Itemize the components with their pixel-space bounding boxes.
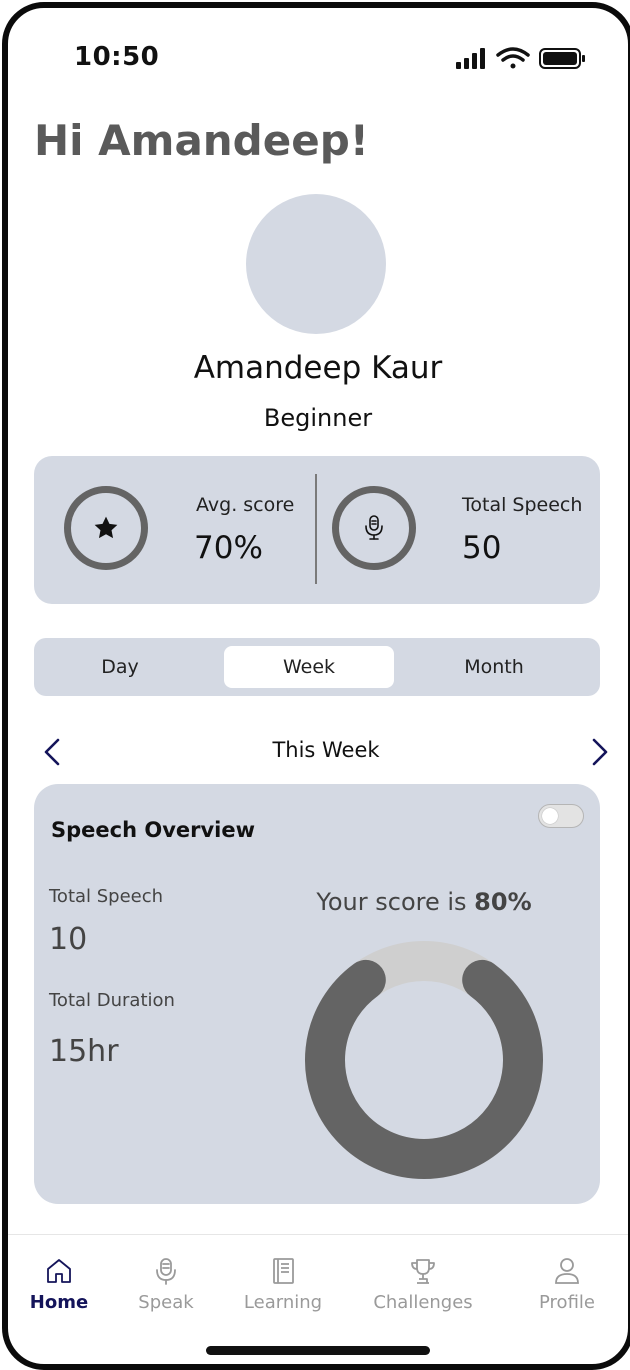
score-donut (305, 941, 543, 1179)
home-indicator[interactable] (206, 1346, 430, 1355)
score-donut-arc (305, 959, 543, 1179)
avg-score-ring (64, 486, 148, 570)
status-time: 10:50 (74, 42, 160, 72)
status-icons (454, 46, 594, 72)
nav-learning[interactable]: Learning (228, 1256, 338, 1313)
microphone-icon (365, 515, 383, 540)
tab-day[interactable]: Day (48, 646, 192, 688)
nav-speak-label: Speak (138, 1292, 194, 1313)
book-icon (273, 1258, 294, 1284)
profile-name: Amandeep Kaur (193, 350, 443, 386)
overview-total-duration-label: Total Duration (49, 990, 175, 1011)
speech-overview-card: Speech Overview Total Speech 10 Total Du… (34, 784, 600, 1204)
score-text: Your score is 80% (304, 888, 544, 916)
total-speech-value: 50 (462, 530, 502, 566)
toggle-knob (542, 808, 558, 824)
overview-toggle[interactable] (538, 804, 584, 828)
user-icon (555, 1258, 579, 1284)
nav-profile-label: Profile (539, 1292, 595, 1313)
week-navigation: This Week (34, 732, 618, 772)
home-icon (47, 1259, 71, 1283)
greeting-heading: Hi Amandeep! (34, 116, 369, 165)
period-tabs: Day Week Month (34, 638, 600, 696)
avg-score-label: Avg. score (196, 494, 295, 516)
nav-home[interactable]: Home (8, 1256, 114, 1313)
nav-speak[interactable]: Speak (111, 1256, 221, 1313)
week-label: This Week (272, 738, 380, 762)
overview-total-speech-value: 10 (49, 922, 88, 957)
nav-learning-label: Learning (243, 1292, 323, 1313)
bottom-nav-separator (8, 1234, 628, 1235)
trophy-icon (411, 1259, 435, 1284)
tab-week[interactable]: Week (224, 646, 394, 688)
avg-score-value: 70% (194, 530, 263, 566)
tab-month[interactable]: Month (424, 646, 564, 688)
stats-card: Avg. score 70% Total Speech 50 (34, 456, 600, 604)
overview-title: Speech Overview (51, 818, 256, 842)
microphone-icon (156, 1258, 176, 1285)
wifi-icon (496, 47, 530, 69)
stats-divider (315, 474, 317, 584)
chevron-right-icon[interactable] (578, 732, 618, 772)
profile-level: Beginner (263, 404, 373, 432)
score-prefix: Your score is (316, 888, 467, 916)
overview-total-speech-label: Total Speech (49, 886, 164, 907)
phone-frame: 10:50 Hi Amandeep! Amandeep Kaur Beginne… (2, 2, 630, 1370)
avatar[interactable] (246, 194, 386, 334)
signal-icon (456, 48, 485, 69)
battery-icon (539, 48, 585, 69)
star-icon (94, 516, 118, 539)
overview-total-duration-value: 15hr (49, 1034, 119, 1069)
nav-challenges-label: Challenges (373, 1292, 473, 1313)
nav-challenges[interactable]: Challenges (363, 1256, 483, 1313)
nav-profile[interactable]: Profile (512, 1256, 622, 1313)
nav-home-label: Home (29, 1292, 89, 1313)
total-speech-ring (332, 486, 416, 570)
score-value: 80% (474, 888, 532, 916)
total-speech-label: Total Speech (462, 494, 583, 516)
